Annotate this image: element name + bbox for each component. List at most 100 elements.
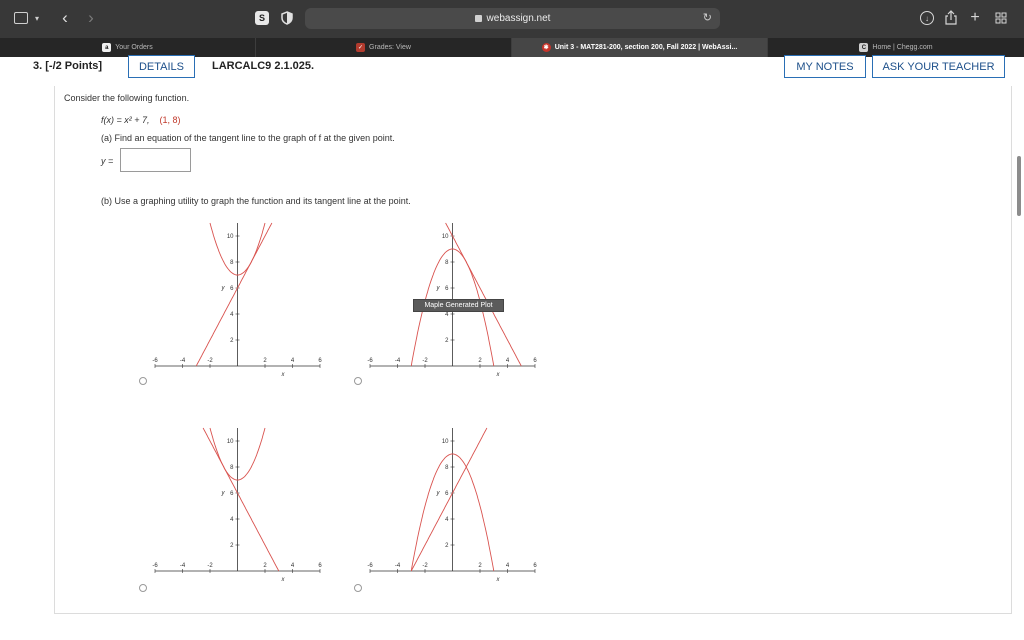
amazon-icon: a [102, 43, 112, 52]
x-tick-label: -6 [152, 563, 158, 569]
plot-option-a: -6 -4 -2 2 4 6 2 4 6 8 10 y x [152, 222, 322, 378]
x-tick-label: 4 [291, 358, 295, 364]
tab-label: Grades: View [369, 44, 411, 51]
share-icon[interactable] [944, 9, 958, 26]
lock-icon [474, 15, 482, 22]
y-tick-label: 6 [445, 286, 449, 292]
x-tick-label: 2 [478, 358, 482, 364]
forward-icon[interactable]: › [84, 8, 98, 27]
x-tick-label: 6 [318, 563, 322, 569]
y-tick-label: 4 [230, 517, 234, 523]
y-axis-label: y [221, 285, 226, 291]
y-tick-label: 10 [227, 234, 234, 240]
radio-option-a[interactable] [139, 377, 147, 385]
function-text: f(x) = x² + 7, [101, 115, 150, 125]
chevron-down-icon[interactable]: ▾ [32, 12, 42, 24]
x-tick-label: 2 [263, 358, 267, 364]
address-bar[interactable]: webassign.net ↻ [305, 8, 720, 29]
plot-option-c: -6 -4 -2 2 4 6 2 4 6 8 10 y x [152, 427, 322, 583]
tab-overview-icon[interactable] [994, 11, 1008, 25]
x-axis-label: x [496, 372, 501, 378]
tangent-line [410, 427, 488, 572]
y-axis-label: y [436, 285, 441, 291]
question-reference: LARCALC9 2.1.025. [212, 60, 315, 72]
my-notes-button[interactable]: MY NOTES [784, 55, 866, 78]
y-tick-label: 4 [445, 517, 449, 523]
y-tick-label: 2 [230, 338, 234, 344]
x-axis-label: x [281, 372, 286, 378]
x-axis-label: x [281, 577, 286, 583]
y-axis-label: y [221, 490, 226, 496]
tab-label: Your Orders [115, 44, 153, 51]
y-tick-label: 6 [230, 286, 234, 292]
tab-webassign[interactable]: ✱ Unit 3 - MAT281-200, section 200, Fall… [512, 38, 768, 57]
privacy-shield-icon[interactable] [281, 11, 293, 25]
radio-option-d[interactable] [354, 584, 362, 592]
x-tick-label: 6 [318, 358, 322, 364]
question-number-value: 3. [33, 60, 43, 72]
tab-label: Unit 3 - MAT281-200, section 200, Fall 2… [554, 44, 738, 51]
tangent-line-answer-input[interactable] [120, 148, 191, 172]
y-equals-label: y = [101, 156, 114, 166]
x-tick-label: 2 [478, 563, 482, 569]
part-a-prompt: (a) Find an equation of the tangent line… [101, 133, 395, 143]
scrollbar[interactable] [1017, 156, 1021, 216]
question-points: [-/2 Points] [45, 60, 103, 72]
y-tick-label: 2 [230, 543, 234, 549]
plot-option-d: -6 -4 -2 2 4 6 2 4 6 8 10 y x [367, 427, 537, 583]
y-tick-label: 6 [445, 491, 449, 497]
reload-icon[interactable]: ↻ [703, 11, 712, 24]
y-tick-label: 8 [230, 260, 234, 266]
radio-option-b[interactable] [354, 377, 362, 385]
y-axis-label: y [436, 490, 441, 496]
question-intro: Consider the following function. [64, 93, 190, 103]
x-tick-label: 4 [506, 358, 510, 364]
x-tick-label: -2 [422, 358, 428, 364]
x-axis-label: x [496, 577, 501, 583]
y-tick-label: 8 [445, 465, 449, 471]
extension-s-icon[interactable]: S [255, 11, 269, 25]
x-tick-label: -4 [395, 563, 401, 569]
tab-label: Home | Chegg.com [872, 44, 933, 51]
new-tab-icon[interactable]: + [968, 9, 982, 26]
function-definition: f(x) = x² + 7, (1, 8) [101, 115, 181, 125]
tab-grades-view[interactable]: ✓ Grades: View [256, 38, 512, 57]
x-tick-label: 4 [506, 563, 510, 569]
y-tick-label: 10 [442, 439, 449, 445]
x-tick-label: -6 [367, 358, 373, 364]
y-tick-label: 8 [230, 465, 234, 471]
x-tick-label: -2 [207, 358, 213, 364]
x-tick-label: 6 [533, 563, 537, 569]
back-icon[interactable]: ‹ [58, 8, 72, 27]
x-tick-label: 6 [533, 358, 537, 364]
given-point: (1, 8) [159, 115, 181, 125]
tangent-line [445, 222, 522, 367]
radio-option-c[interactable] [139, 584, 147, 592]
y-tick-label: 8 [445, 260, 449, 266]
webassign-icon: ✱ [541, 43, 551, 52]
ask-your-teacher-button[interactable]: ASK YOUR TEACHER [872, 55, 1005, 78]
x-tick-label: 4 [291, 563, 295, 569]
tangent-line [202, 427, 280, 572]
y-tick-label: 2 [445, 543, 449, 549]
maple-plot-tooltip: Maple Generated Plot [413, 299, 504, 312]
y-tick-label: 10 [227, 439, 234, 445]
y-tick-label: 4 [445, 312, 449, 318]
x-tick-label: -6 [152, 358, 158, 364]
question-number: 3. [-/2 Points] [33, 60, 102, 72]
sidebar-toggle-icon[interactable] [14, 12, 28, 24]
details-button[interactable]: DETAILS [128, 55, 195, 78]
y-tick-label: 4 [230, 312, 234, 318]
x-tick-label: -2 [422, 563, 428, 569]
download-icon[interactable]: ↓ [920, 11, 934, 25]
x-tick-label: -6 [367, 563, 373, 569]
url-text: webassign.net [486, 13, 551, 24]
y-tick-label: 10 [442, 234, 449, 240]
browser-toolbar: ▾ ‹ › S webassign.net ↻ ↓ + [0, 0, 1024, 38]
part-b-prompt: (b) Use a graphing utility to graph the … [101, 196, 411, 206]
tangent-line [195, 222, 273, 367]
y-tick-label: 2 [445, 338, 449, 344]
x-tick-label: -2 [207, 563, 213, 569]
chegg-icon: C [859, 43, 869, 52]
x-tick-label: 2 [263, 563, 267, 569]
